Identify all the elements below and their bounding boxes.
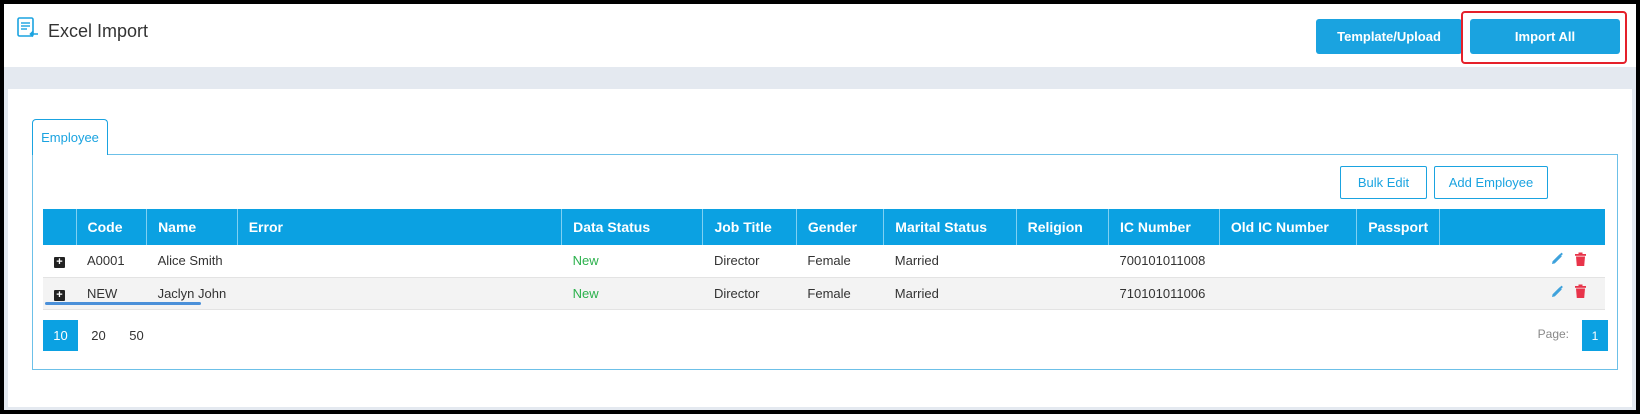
row-actions: [1440, 245, 1605, 277]
cell-job-title: Director: [713, 285, 760, 301]
column-header-actions: [1440, 209, 1605, 245]
bulk-edit-button[interactable]: Bulk Edit: [1340, 166, 1427, 199]
cell-code: A0001: [87, 253, 125, 269]
excel-import-icon: [16, 16, 40, 40]
cell-error: [237, 277, 561, 309]
table-header-row: Code Name Error Data Status Job Title Ge…: [43, 209, 1605, 245]
cell-ic-number: 700101011008: [1119, 253, 1206, 269]
cell-religion: [1016, 277, 1108, 309]
column-header-name[interactable]: Name: [146, 209, 238, 245]
app-window: Excel Import Template/Upload Import All …: [4, 4, 1636, 410]
column-header-error[interactable]: Error: [237, 209, 563, 245]
column-header-passport[interactable]: Passport: [1356, 209, 1441, 245]
cell-marital-status: Married: [894, 253, 939, 269]
column-header-expand: [43, 209, 77, 245]
column-header-code[interactable]: Code: [76, 209, 148, 245]
delete-trash-icon[interactable]: [1574, 252, 1587, 270]
cell-gender: Female: [807, 285, 851, 301]
tab-employee[interactable]: Employee: [32, 119, 108, 155]
edit-pencil-icon[interactable]: [1550, 285, 1564, 302]
page-label: Page:: [1537, 327, 1569, 341]
cell-name: Alice Smith: [157, 253, 223, 269]
employee-tab-content: Bulk Edit Add Employee Code Name Error D…: [32, 154, 1618, 370]
cell-job-title: Director: [713, 253, 760, 269]
column-header-marital-status[interactable]: Marital Status: [883, 209, 1017, 245]
edit-pencil-icon[interactable]: [1550, 252, 1564, 269]
expand-row-icon[interactable]: +: [54, 289, 65, 301]
column-header-data-status[interactable]: Data Status: [561, 209, 704, 245]
cell-religion: [1016, 245, 1108, 277]
cell-old-ic-number: [1219, 277, 1356, 309]
delete-trash-icon[interactable]: [1574, 284, 1587, 302]
horizontal-scrollbar[interactable]: [45, 302, 201, 305]
cell-data-status: New: [572, 253, 599, 269]
table-row: + A0001 Alice Smith New Director Female …: [43, 245, 1605, 277]
import-all-highlight: [1461, 11, 1627, 64]
cell-passport: [1357, 277, 1440, 309]
page-size-selector: 10 20 50: [43, 320, 157, 351]
column-header-gender[interactable]: Gender: [796, 209, 885, 245]
page-size-50[interactable]: 50: [119, 320, 154, 351]
import-panel: Employee Bulk Edit Add Employee Code Nam…: [8, 89, 1632, 407]
employee-table: Code Name Error Data Status Job Title Ge…: [43, 209, 1605, 310]
table-row: + NEW Jaclyn John New Director Female Ma…: [43, 277, 1605, 309]
column-header-old-ic-number[interactable]: Old IC Number: [1219, 209, 1358, 245]
cell-gender: Female: [807, 253, 851, 269]
cell-marital-status: Married: [894, 285, 939, 301]
cell-data-status: New: [572, 285, 599, 301]
page-header: Excel Import Template/Upload Import All: [4, 4, 1636, 67]
template-upload-button[interactable]: Template/Upload: [1316, 19, 1462, 54]
page-size-20[interactable]: 20: [81, 320, 116, 351]
column-header-job-title[interactable]: Job Title: [702, 209, 797, 245]
page-title: Excel Import: [48, 21, 149, 41]
expand-row-icon[interactable]: +: [54, 257, 65, 269]
page-size-10[interactable]: 10: [43, 320, 78, 351]
cell-passport: [1357, 245, 1440, 277]
add-employee-button[interactable]: Add Employee: [1434, 166, 1548, 199]
column-header-religion[interactable]: Religion: [1016, 209, 1110, 245]
row-actions: [1440, 277, 1605, 309]
page-number-1[interactable]: 1: [1582, 320, 1608, 351]
column-header-ic-number[interactable]: IC Number: [1108, 209, 1220, 245]
cell-old-ic-number: [1219, 245, 1356, 277]
cell-ic-number: 710101011006: [1119, 285, 1206, 301]
cell-error: [237, 245, 561, 277]
